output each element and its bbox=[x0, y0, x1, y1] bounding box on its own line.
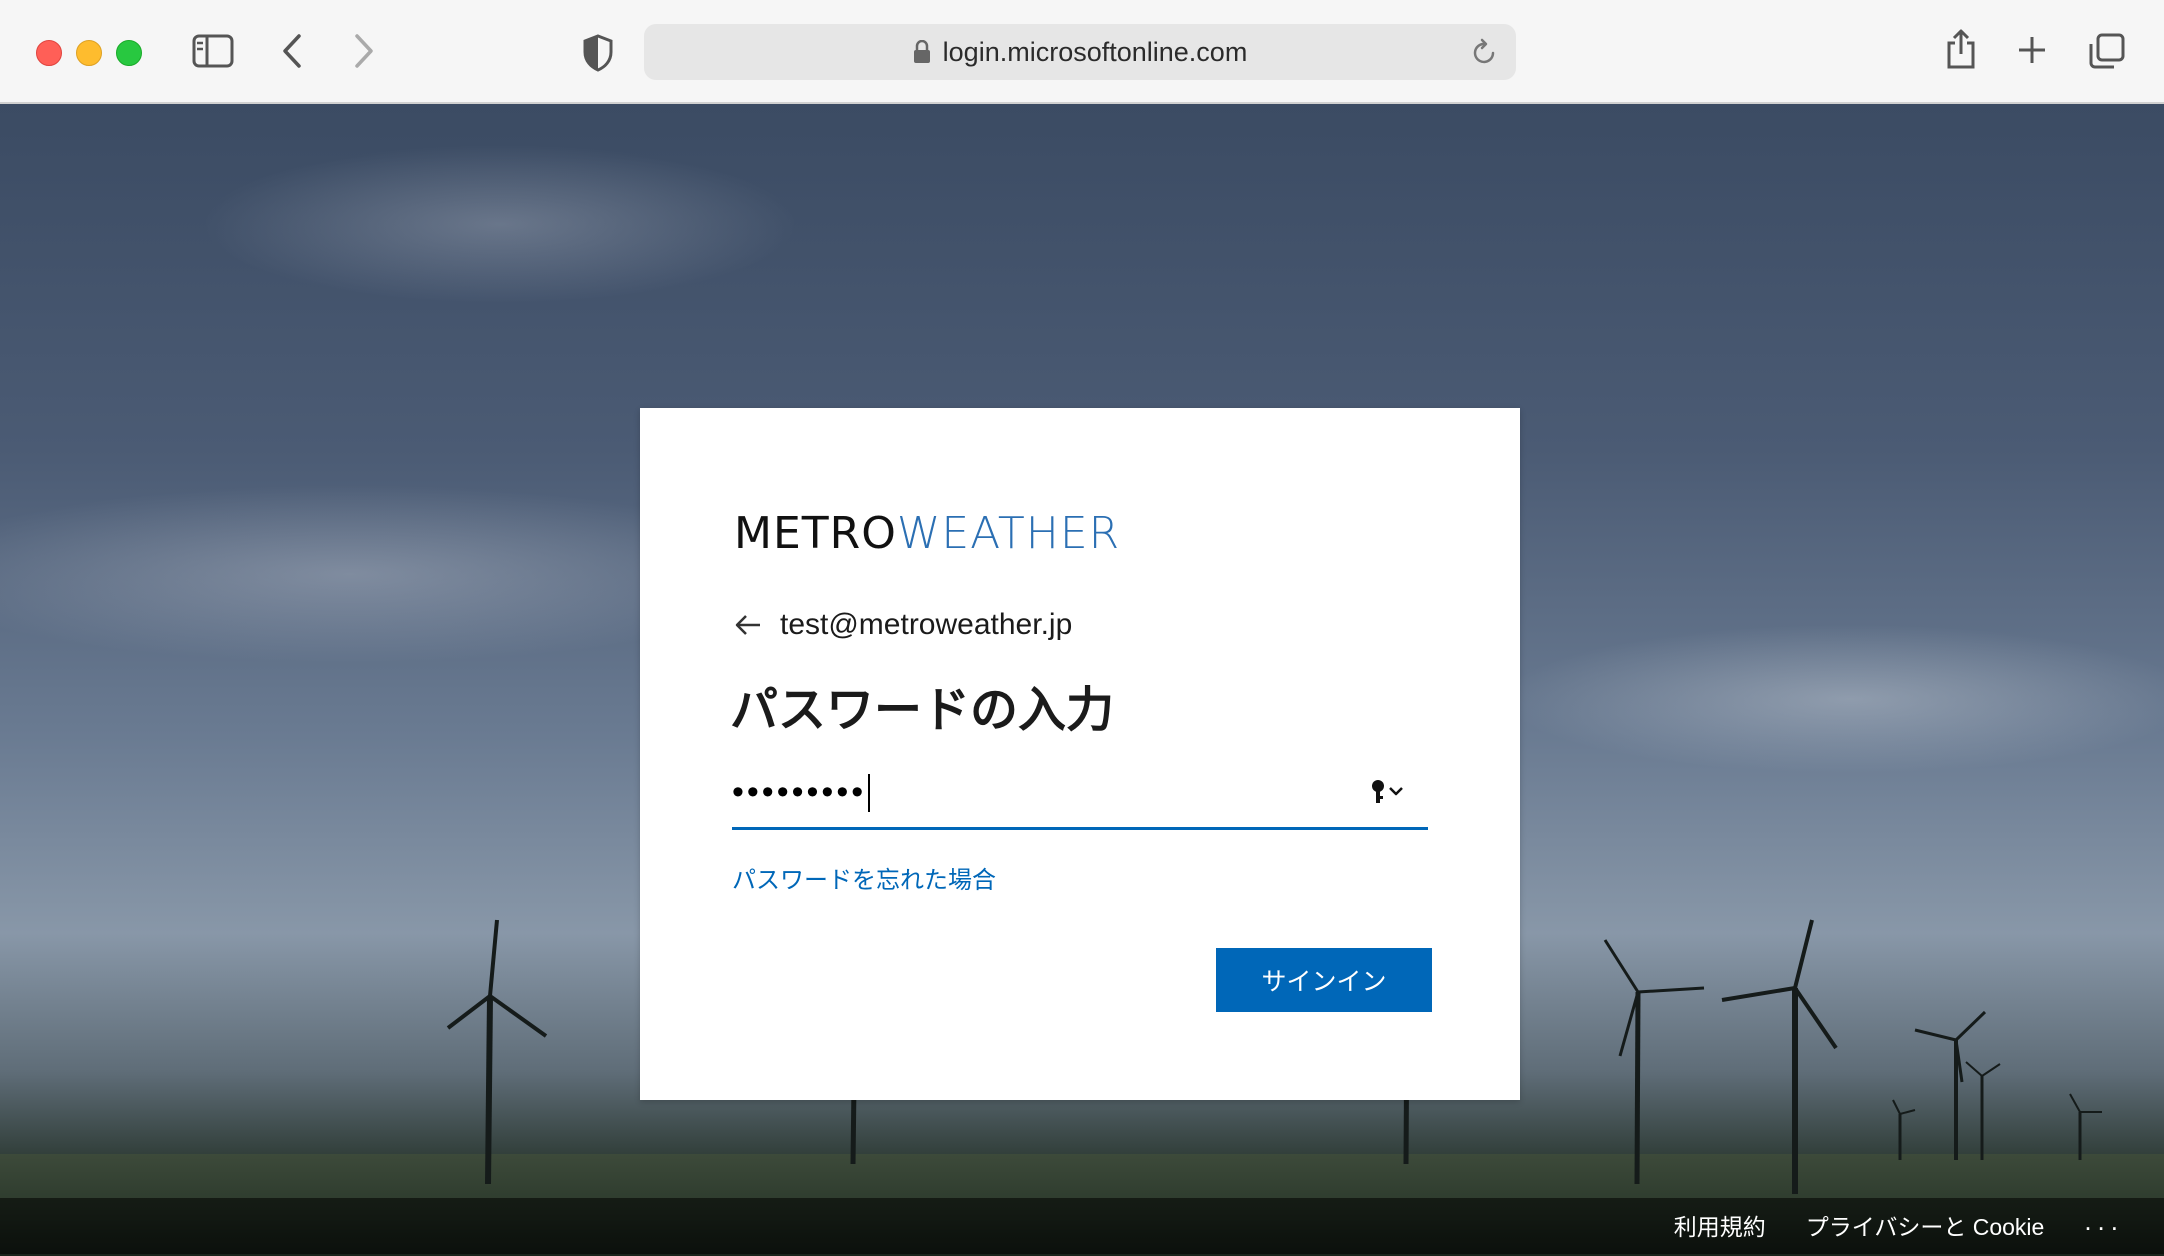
logo-weather-text: WEATHER bbox=[896, 508, 1121, 559]
close-window-button[interactable] bbox=[36, 40, 62, 66]
minimize-window-button[interactable] bbox=[76, 40, 102, 66]
page-footer: 利用規約 プライバシーと Cookie ... bbox=[0, 1198, 2164, 1254]
identity-email: test@metroweather.jp bbox=[780, 608, 1073, 641]
password-input[interactable]: ••••••••• bbox=[732, 758, 1428, 830]
identity-row: test@metroweather.jp bbox=[734, 608, 1072, 642]
browser-toolbar: login.microsoftonline.com bbox=[0, 0, 2164, 104]
logo-metro-text: METRO bbox=[734, 508, 897, 559]
privacy-shield-icon[interactable] bbox=[582, 34, 614, 72]
forgot-password-link[interactable]: パスワードを忘れた場合 bbox=[732, 860, 996, 895]
forward-icon[interactable] bbox=[352, 32, 376, 70]
new-tab-icon[interactable] bbox=[2016, 34, 2048, 66]
reload-icon[interactable] bbox=[1472, 38, 1498, 73]
page-background: METRO WEATHER test@metroweather.jp パスワード… bbox=[0, 104, 2164, 1256]
more-options-button[interactable]: ... bbox=[2084, 1206, 2124, 1237]
keychain-key-icon[interactable] bbox=[1368, 778, 1408, 806]
share-icon[interactable] bbox=[1944, 28, 1978, 70]
zoom-window-button[interactable] bbox=[116, 40, 142, 66]
url-text: login.microsoftonline.com bbox=[942, 36, 1248, 67]
back-icon[interactable] bbox=[280, 32, 304, 70]
privacy-cookie-link[interactable]: プライバシーと Cookie bbox=[1806, 1208, 2045, 1242]
page-title: パスワードの入力 bbox=[730, 684, 1115, 737]
text-caret bbox=[868, 773, 871, 812]
signin-card: METRO WEATHER test@metroweather.jp パスワード… bbox=[640, 408, 1520, 1100]
lock-icon bbox=[913, 40, 931, 64]
sidebar-toggle-icon[interactable] bbox=[192, 34, 234, 68]
address-bar[interactable]: login.microsoftonline.com bbox=[644, 24, 1516, 80]
signin-button[interactable]: サインイン bbox=[1216, 948, 1432, 1012]
terms-of-use-link[interactable]: 利用規約 bbox=[1674, 1208, 1766, 1242]
password-mask: ••••••••• bbox=[732, 773, 867, 811]
tab-overview-icon[interactable] bbox=[2088, 32, 2126, 70]
back-arrow-icon[interactable] bbox=[734, 613, 762, 637]
company-logo: METRO WEATHER bbox=[734, 508, 1120, 559]
